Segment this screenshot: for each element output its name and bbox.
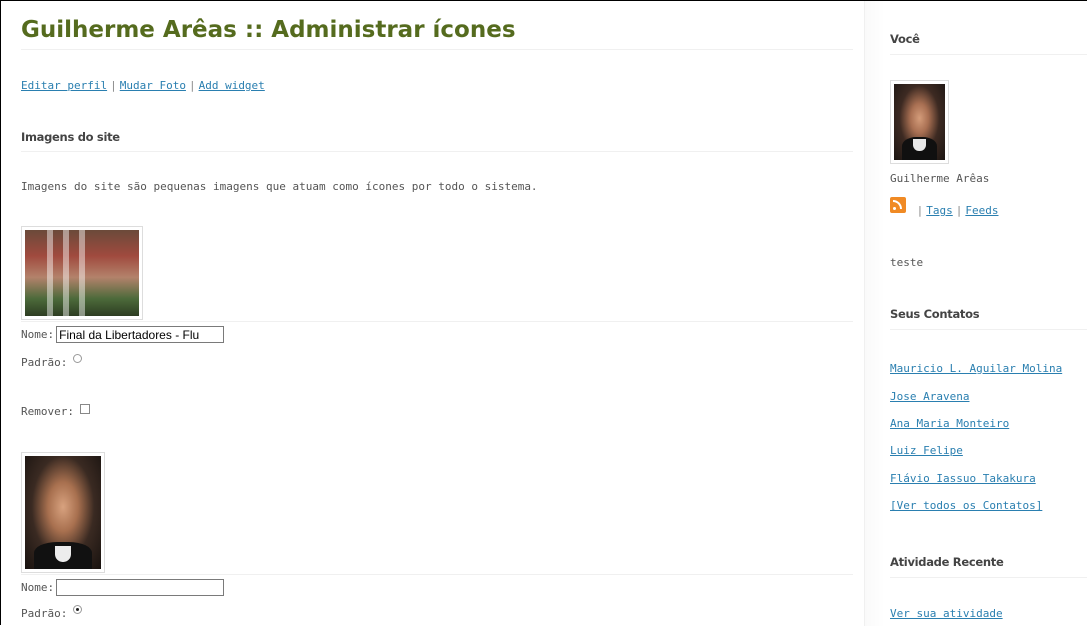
name-label: Nome:: [21, 328, 55, 341]
separator: |: [110, 79, 117, 92]
separator: |: [955, 204, 963, 217]
default-field: Padrão:: [21, 605, 83, 620]
contact-link[interactable]: Luiz Felipe: [890, 444, 963, 457]
default-radio[interactable]: [73, 605, 83, 614]
all-contacts-link[interactable]: [Ver todos os Contatos]: [890, 499, 1042, 512]
contact-link[interactable]: Flávio Iassuo Takakura: [890, 472, 1036, 485]
site-image-thumbnail: [21, 452, 105, 573]
divider: [21, 574, 853, 575]
site-image-photo: [25, 456, 101, 569]
default-field: Padrão:: [21, 354, 83, 369]
icon-name-field: Nome:: [21, 326, 225, 343]
remove-label: Remover:: [21, 405, 74, 418]
sidebar: Você Guilherme Arêas | Tags | Feeds teste S…: [864, 1, 1087, 626]
separator: |: [916, 204, 924, 217]
tags-link[interactable]: Tags: [926, 204, 953, 217]
section-description: Imagens do site são pequenas imagens que…: [21, 180, 538, 193]
default-label: Padrão:: [21, 356, 68, 369]
contact-link[interactable]: Mauricio L. Aguilar Molina: [890, 362, 1062, 375]
change-photo-link[interactable]: Mudar Foto: [120, 79, 186, 92]
status-text: teste: [890, 256, 924, 269]
feeds-link[interactable]: Feeds: [965, 204, 998, 217]
user-links: | Tags | Feeds: [890, 197, 999, 217]
contact-link[interactable]: Jose Aravena: [890, 390, 969, 403]
rss-icon[interactable]: [890, 197, 906, 213]
page-title: Guilherme Arêas :: Administrar ícones: [21, 1, 853, 50]
avatar-photo: [894, 84, 945, 160]
edit-profile-link[interactable]: Editar perfil: [21, 79, 107, 92]
contact-link[interactable]: Ana Maria Monteiro: [890, 417, 1009, 430]
name-label: Nome:: [21, 581, 55, 594]
remove-field: Remover:: [21, 403, 90, 418]
main-content: Guilherme Arêas :: Administrar ícones Ed…: [21, 1, 853, 620]
activity-link[interactable]: Ver sua atividade: [890, 607, 1003, 620]
you-heading: Você: [890, 32, 1087, 55]
icon-name-input[interactable]: [56, 326, 225, 343]
site-image-photo: [25, 230, 139, 316]
separator: |: [188, 79, 196, 92]
default-radio[interactable]: [73, 354, 83, 363]
contacts-heading: Seus Contatos: [890, 307, 1087, 330]
user-name: Guilherme Arêas: [890, 172, 990, 185]
icon-name-field: Nome:: [21, 579, 225, 596]
site-image-thumbnail: [21, 226, 143, 320]
remove-checkbox[interactable]: [79, 403, 90, 414]
icon-name-input[interactable]: [56, 579, 225, 596]
section-title: Imagens do site: [21, 130, 853, 152]
divider: [21, 321, 853, 322]
add-widget-link[interactable]: Add widget: [199, 79, 265, 92]
profile-links: Editar perfil | Mudar Foto | Add widget: [21, 79, 265, 92]
default-label: Padrão:: [21, 607, 68, 620]
user-avatar[interactable]: [890, 80, 949, 164]
activity-heading: Atividade Recente: [890, 555, 1087, 578]
